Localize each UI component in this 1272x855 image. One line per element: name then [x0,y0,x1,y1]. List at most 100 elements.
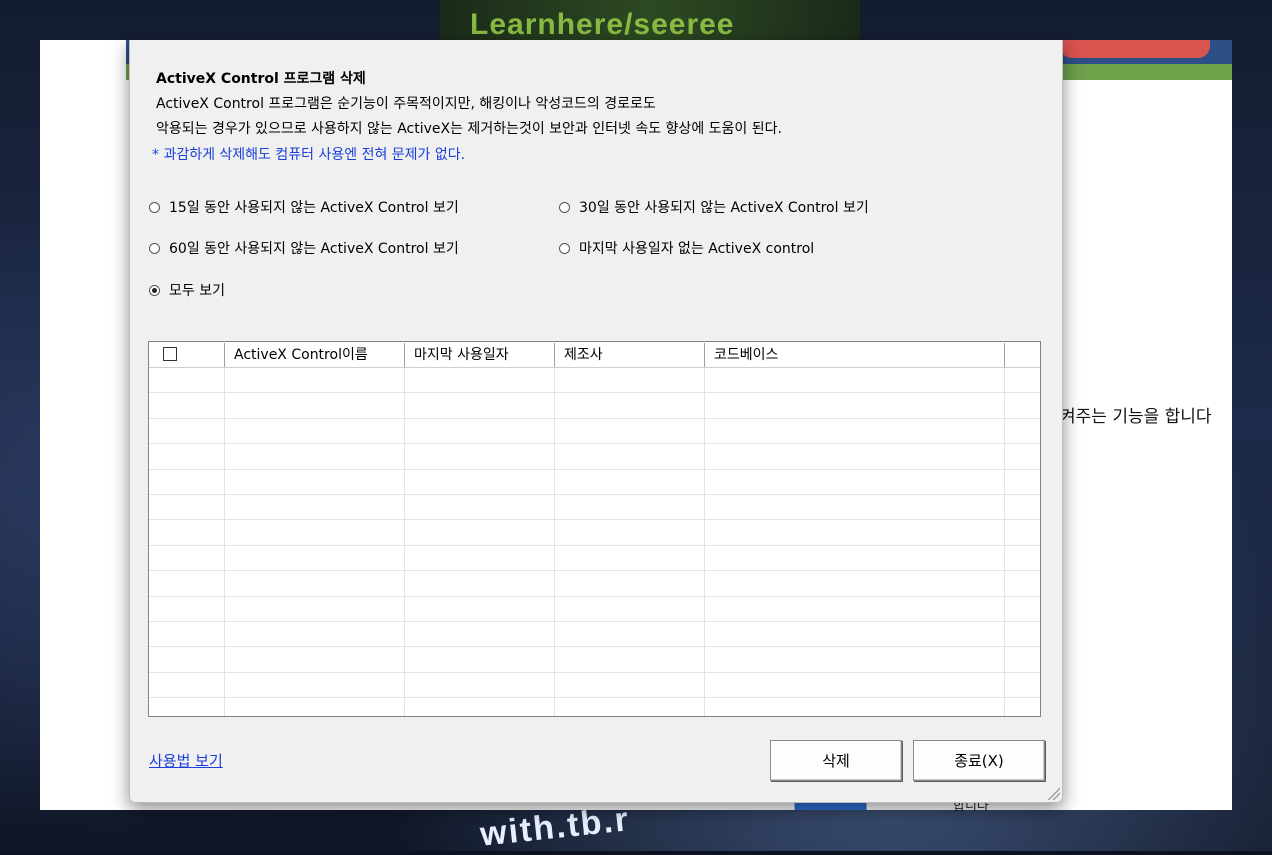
empty-grid-row [149,621,1040,648]
empty-grid-cell [225,571,405,596]
empty-grid-cell [225,672,405,698]
delete-button[interactable]: 삭제 [770,740,902,781]
resize-grip-icon[interactable] [1046,786,1060,800]
empty-grid-cell [225,393,405,418]
empty-grid-cell [555,596,705,621]
empty-grid-cell [705,571,1005,596]
empty-grid-cell [149,621,225,647]
empty-grid-row [149,494,1040,521]
empty-grid-cell [555,545,705,571]
empty-grid-cell [555,621,705,647]
empty-grid-cell [705,698,1005,716]
radio-60-days[interactable]: 60일 동안 사용되지 않는 ActiveX Control 보기 [149,238,459,258]
help-link[interactable]: 사용법 보기 [149,750,223,771]
empty-grid-cell [149,698,225,716]
empty-grid-cell [705,621,1005,647]
empty-grid-cell [225,545,405,571]
empty-grid-cell [1005,470,1040,494]
dialog-description-line2: 악용되는 경우가 있으므로 사용하지 않는 ActiveX는 제거하는것이 보안… [156,121,782,137]
empty-grid-cell [1005,647,1040,671]
empty-grid-row [149,571,1040,597]
radio-no-last-used[interactable]: 마지막 사용일자 없는 ActiveX control [559,238,814,258]
empty-grid-cell [225,647,405,672]
empty-grid-cell [405,647,555,672]
empty-grid-cell [405,672,555,698]
empty-grid-cell [225,596,405,621]
empty-grid-cell [225,698,405,716]
list-body [149,368,1040,716]
empty-grid-cell [1005,419,1040,443]
empty-grid-cell [405,621,555,647]
empty-grid-cell [405,444,555,469]
empty-grid-cell [149,469,225,494]
empty-grid-cell [225,444,405,469]
empty-grid-row [149,698,1040,716]
empty-grid-row [149,418,1040,445]
radio-30-days[interactable]: 30일 동안 사용되지 않는 ActiveX Control 보기 [559,197,869,217]
empty-grid-cell [149,647,225,672]
empty-grid-cell [555,393,705,418]
empty-grid-cell [405,469,555,494]
empty-grid-cell [225,418,405,444]
column-header-last-used[interactable]: 마지막 사용일자 [405,343,555,367]
empty-grid-cell [405,418,555,444]
empty-grid-cell [405,368,555,393]
empty-grid-cell [555,520,705,545]
empty-grid-cell [149,545,225,571]
dialog-title: ActiveX Control 프로그램 삭제 [156,71,366,87]
empty-grid-cell [405,596,555,621]
column-header-codebase[interactable]: 코드베이스 [705,343,1005,367]
empty-grid-cell [405,393,555,418]
background-banner-text: Learnhere/seeree [470,8,735,41]
radio-dot[interactable] [149,242,160,254]
empty-grid-cell [555,494,705,520]
empty-grid-row [149,596,1040,622]
column-header-vendor[interactable]: 제조사 [555,343,705,367]
empty-grid-cell [705,672,1005,698]
empty-grid-cell [1005,597,1040,621]
empty-grid-cell [1005,673,1040,697]
empty-grid-cell [1005,520,1040,544]
column-header-filler [1005,343,1040,367]
close-button[interactable]: 종료(X) [913,740,1045,781]
activex-remove-dialog: ActiveX Control 프로그램 삭제 ActiveX Control … [129,40,1063,803]
empty-grid-cell [225,494,405,520]
radio-dot[interactable] [559,242,570,254]
radio-15-days[interactable]: 15일 동안 사용되지 않는 ActiveX Control 보기 [149,197,459,217]
empty-grid-cell [1005,546,1040,570]
empty-grid-cell [705,418,1005,444]
empty-grid-cell [555,672,705,698]
empty-grid-cell [705,545,1005,571]
radio-dot[interactable] [149,201,160,213]
empty-grid-cell [555,571,705,596]
empty-grid-row [149,545,1040,572]
empty-grid-row [149,672,1040,699]
empty-grid-cell [225,520,405,545]
column-select-all[interactable] [149,343,225,367]
select-all-checkbox[interactable] [163,347,177,361]
webpage-body-text: 켜주는 기능을 합니다 [1060,407,1212,427]
empty-grid-cell [405,520,555,545]
empty-grid-cell [705,393,1005,418]
radio-show-all[interactable]: 모두 보기 [149,280,225,300]
radio-dot[interactable] [559,201,570,213]
column-header-name[interactable]: ActiveX Control이름 [225,343,405,367]
empty-grid-cell [555,647,705,672]
empty-grid-cell [149,444,225,469]
empty-grid-cell [555,698,705,716]
empty-grid-row [149,647,1040,673]
empty-grid-cell [149,494,225,520]
empty-grid-cell [149,672,225,698]
empty-grid-cell [705,444,1005,469]
radio-dot[interactable] [149,284,160,296]
empty-grid-cell [705,469,1005,494]
empty-grid-row [149,520,1040,546]
empty-grid-cell [555,368,705,393]
empty-grid-row [149,444,1040,470]
empty-grid-cell [405,571,555,596]
empty-grid-cell [149,596,225,621]
activex-list-view[interactable]: ActiveX Control이름 마지막 사용일자 제조사 코드베이스 [148,341,1041,717]
empty-grid-row [149,368,1040,394]
radio-label: 모두 보기 [169,283,225,299]
empty-grid-cell [705,647,1005,672]
